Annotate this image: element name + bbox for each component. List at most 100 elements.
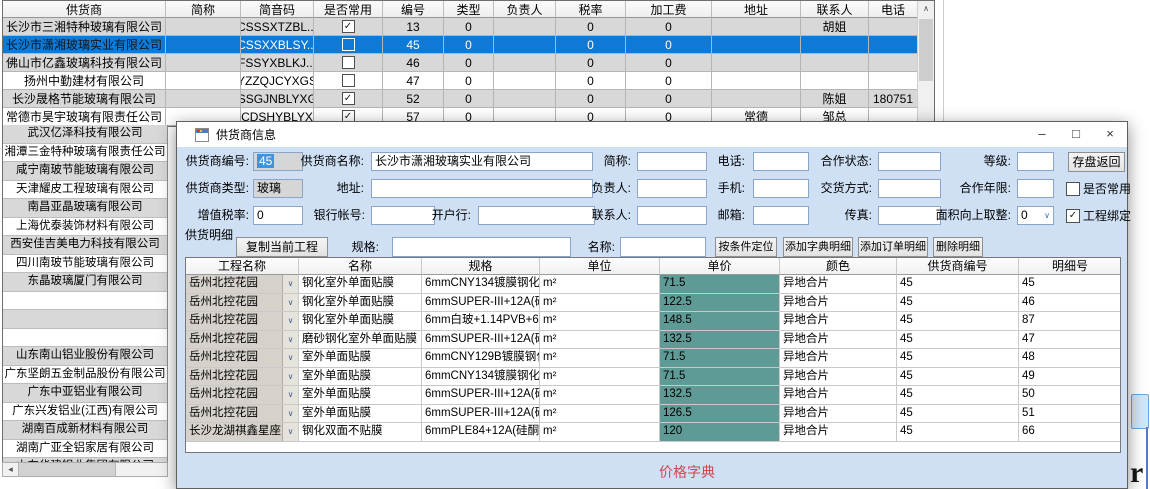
supplier-list-item[interactable]: 东晶玻璃厦门有限公司 [3, 273, 167, 292]
close-icon[interactable]: × [1093, 122, 1127, 147]
mobile-input[interactable] [753, 179, 809, 198]
detail-grid-row[interactable]: 岳州北控花园∨室外单面贴膜6mmSUPER-III+12A(硅...m²132.… [186, 386, 1120, 405]
project-name-combobox[interactable]: 长沙龙湖祺鑫星座∨ [186, 423, 299, 442]
vertical-scrollbar[interactable]: ∧ [917, 1, 934, 126]
is-common-checkbox-cell[interactable] [314, 54, 383, 72]
column-header[interactable]: 负责人 [494, 1, 556, 18]
is-common-checkbox-cell[interactable] [314, 72, 383, 90]
column-header[interactable]: 类型 [444, 1, 494, 18]
detail-grid-row[interactable]: 岳州北控花园∨钢化室外单面贴膜6mmCNY134镀膜钢化m²71.5异地合片45… [186, 275, 1120, 294]
bank-account-input[interactable] [371, 206, 435, 225]
supplier-list-item[interactable]: 四川南玻节能玻璃有限公司 [3, 255, 167, 274]
phone-input[interactable] [753, 152, 809, 171]
email-input[interactable] [753, 206, 809, 225]
detail-column-header[interactable]: 单位 [540, 258, 660, 275]
scroll-up-icon[interactable]: ∧ [918, 1, 934, 17]
supplier-list-item[interactable]: 湖南百成新材料有限公司 [3, 421, 167, 440]
table-row[interactable]: 长沙市三湘特种玻璃有限公司CSSSXTZBL...✓13000胡姐 [3, 18, 934, 36]
detail-column-header[interactable]: 名称 [299, 258, 422, 275]
column-header[interactable]: 供货商 [3, 1, 166, 18]
supplier-no-input[interactable]: 45 [253, 152, 303, 171]
supplier-list-empty-row[interactable] [3, 292, 167, 311]
delete-detail-button[interactable]: 删除明细 [933, 237, 983, 257]
project-name-combobox[interactable]: 岳州北控花园∨ [186, 368, 299, 387]
project-name-combobox[interactable]: 岳州北控花园∨ [186, 405, 299, 424]
scrollbar-thumb[interactable] [919, 19, 933, 81]
supplier-list-item[interactable]: 山东南山铝业股份有限公司 [3, 347, 167, 366]
project-bind-checkbox[interactable]: ✓ 工程绑定 [1066, 206, 1131, 225]
detail-column-header[interactable]: 规格 [422, 258, 540, 275]
scrollbar-thumb[interactable] [18, 463, 116, 476]
supplier-type-input[interactable]: 玻璃 [253, 179, 303, 198]
column-header[interactable]: 是否常用 [314, 1, 383, 18]
supplier-list-item[interactable]: 广东坚朗五金制品股份有限公司 [3, 366, 167, 385]
supplier-list-item[interactable]: 咸宁南玻节能玻璃有限公司 [3, 162, 167, 181]
maximize-icon[interactable]: □ [1059, 122, 1093, 147]
locate-by-condition-button[interactable]: 按条件定位 [715, 237, 777, 257]
coop-years-input[interactable] [1017, 179, 1054, 198]
supplier-name-input[interactable]: 长沙市潇湘玻璃实业有限公司 [371, 152, 593, 171]
name-filter-input[interactable] [620, 237, 706, 257]
contact-input[interactable] [637, 206, 707, 225]
column-header[interactable]: 联系人 [801, 1, 869, 18]
add-dict-detail-button[interactable]: 添加字典明细 [783, 237, 853, 257]
detail-column-header[interactable]: 颜色 [780, 258, 897, 275]
column-header[interactable]: 税率 [556, 1, 626, 18]
detail-grid-row[interactable]: 岳州北控花园∨钢化室外单面贴膜6mmSUPER-III+12A(硅...m²12… [186, 294, 1120, 313]
copy-current-project-button[interactable]: 复制当前工程 [236, 237, 328, 257]
supplier-list-item[interactable]: 广东中亚铝业有限公司 [3, 384, 167, 403]
project-name-combobox[interactable]: 岳州北控花园∨ [186, 294, 299, 313]
delivery-method-input[interactable] [878, 179, 941, 198]
add-order-detail-button[interactable]: 添加订单明细 [858, 237, 928, 257]
supplier-list-empty-row[interactable] [3, 310, 167, 329]
area-round-up-combobox[interactable]: 0∨ [1017, 206, 1054, 225]
table-row[interactable]: 长沙晟格节能玻璃有限公司CSSGJNBLYXGS✓52000陈姐180751 [3, 90, 934, 108]
table-row[interactable]: 长沙市潇湘玻璃实业有限公司CSSXXBLSY...45000 [3, 36, 934, 54]
detail-grid-row[interactable]: 岳州北控花园∨室外单面贴膜6mmCNY134镀膜钢化m²71.5异地合片4549 [186, 368, 1120, 387]
project-name-combobox[interactable]: 岳州北控花园∨ [186, 386, 299, 405]
project-name-combobox[interactable]: 岳州北控花园∨ [186, 331, 299, 350]
detail-grid-row[interactable]: 岳州北控花园∨磨砂钢化室外单面贴膜6mmSUPER-III+12A(硅...m²… [186, 331, 1120, 350]
supplier-list-item[interactable]: 湘潭三金特种玻璃有限责任公司 [3, 144, 167, 163]
column-header[interactable]: 简音码 [241, 1, 314, 18]
project-name-combobox[interactable]: 岳州北控花园∨ [186, 349, 299, 368]
is-common-checkbox-cell[interactable]: ✓ [314, 18, 383, 36]
detail-column-header[interactable]: 单价 [660, 258, 780, 275]
supplier-list-item[interactable]: 上海优泰装饰材料有限公司 [3, 218, 167, 237]
horizontal-scrollbar[interactable]: ◂ [2, 462, 168, 477]
supplier-list-item[interactable]: 天津耀皮工程玻璃有限公司 [3, 181, 167, 200]
address-input[interactable] [371, 179, 593, 198]
detail-column-header[interactable]: 供货商编号 [897, 258, 1019, 275]
table-row[interactable]: 佛山市亿鑫玻璃科技有限公司FSSYXBLKJ...46000 [3, 54, 934, 72]
supplier-list-item[interactable]: 湖南广亚全铝家居有限公司 [3, 440, 167, 459]
scroll-left-icon[interactable]: ◂ [3, 463, 18, 476]
is-common-checkbox-cell[interactable]: ✓ [314, 90, 383, 108]
column-header[interactable]: 地址 [712, 1, 801, 18]
column-header[interactable]: 加工费 [626, 1, 712, 18]
detail-grid-row[interactable]: 岳州北控花园∨钢化室外单面贴膜6mm白玻+1.14PVB+6mm...m²148… [186, 312, 1120, 331]
column-header[interactable]: 简称 [166, 1, 241, 18]
detail-grid-row[interactable]: 岳州北控花园∨室外单面贴膜6mmCNY129B镀膜钢化m²71.5异地合片454… [186, 349, 1120, 368]
table-row[interactable]: 扬州中勤建材有限公司YZZQJCYXGS47000 [3, 72, 934, 90]
is-common-checkbox[interactable]: 是否常用 [1066, 179, 1131, 198]
minimize-icon[interactable]: – [1025, 122, 1059, 147]
abbr-input[interactable] [637, 152, 707, 171]
supplier-list-item[interactable]: 西安佳吉美电力科技有限公司 [3, 236, 167, 255]
manager-input[interactable] [637, 179, 707, 198]
detail-column-header[interactable]: 明细号 [1019, 258, 1121, 275]
column-header[interactable]: 编号 [383, 1, 444, 18]
is-common-checkbox-cell[interactable] [314, 36, 383, 54]
coop-status-input[interactable] [878, 152, 941, 171]
detail-grid-row[interactable]: 长沙龙湖祺鑫星座∨钢化双面不贴膜6mmPLE84+12A(硅酮胶...m²120… [186, 423, 1120, 442]
project-name-combobox[interactable]: 岳州北控花园∨ [186, 312, 299, 331]
supplier-list-empty-row[interactable] [3, 329, 167, 348]
supplier-list-item[interactable]: 南昌亚晶玻璃有限公司 [3, 199, 167, 218]
detail-grid-row[interactable]: 岳州北控花园∨室外单面贴膜6mmSUPER-III+12A(硅...m²126.… [186, 405, 1120, 424]
supplier-list-item[interactable]: 广东兴发铝业(江西)有限公司 [3, 403, 167, 422]
supplier-list-item[interactable]: 武汉亿泽科技有限公司 [3, 125, 167, 144]
detail-column-header[interactable]: 工程名称 [186, 258, 299, 275]
grade-input[interactable] [1017, 152, 1054, 171]
column-header[interactable]: 电话 [869, 1, 918, 18]
vat-rate-input[interactable]: 0 [253, 206, 303, 225]
fax-input[interactable] [878, 206, 941, 225]
